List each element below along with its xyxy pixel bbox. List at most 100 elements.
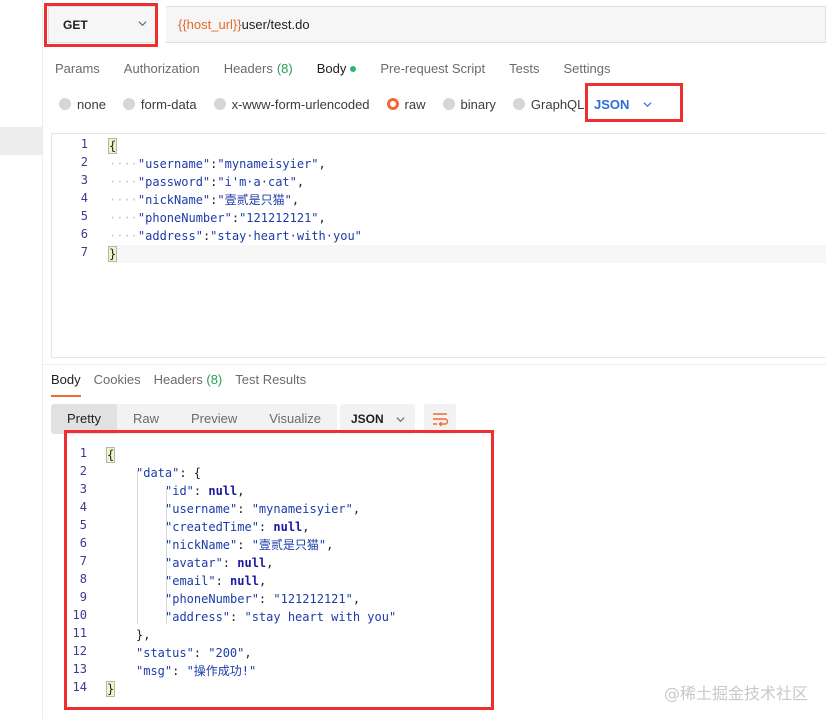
- code-line: ····"phoneNumber":"121212121",: [109, 209, 326, 227]
- line-number: 5: [79, 518, 87, 532]
- code-token: ,: [244, 646, 252, 660]
- code-token: :: [172, 664, 187, 678]
- radio-label: binary: [460, 96, 496, 112]
- response-tab-headers[interactable]: Headers (8): [154, 370, 223, 394]
- code-token: "phoneNumber": [137, 211, 232, 225]
- response-tabs: Body Cookies Headers (8) Test Results: [51, 370, 319, 397]
- radio-form-data[interactable]: form-data: [122, 96, 197, 112]
- code-line: "nickName": "壹贰是只猫",: [165, 536, 333, 554]
- chevron-down-icon: [643, 101, 652, 107]
- radio-none[interactable]: none: [59, 97, 106, 112]
- code-line: }: [105, 680, 116, 698]
- tab-count-badge: (8): [206, 372, 223, 387]
- tab-label: Authorization: [123, 61, 200, 76]
- sidebar-selected-item[interactable]: [0, 127, 43, 155]
- code-token: "121212121": [273, 592, 353, 606]
- code-token: :: [237, 502, 252, 516]
- raw-format-dropdown[interactable]: JSON: [594, 92, 652, 116]
- code-token: "createdTime": [165, 520, 259, 534]
- tab-tests[interactable]: Tests: [509, 57, 539, 81]
- line-number: 4: [80, 191, 88, 205]
- code-token: ,: [302, 520, 310, 534]
- tab-body[interactable]: Body: [317, 57, 357, 81]
- code-token: ,: [237, 484, 245, 498]
- response-format-label: JSON: [351, 412, 384, 426]
- radio-label: none: [77, 96, 106, 112]
- line-number: 7: [80, 245, 88, 259]
- radio-button[interactable]: [59, 98, 71, 110]
- code-line: "status": "200",: [136, 644, 252, 662]
- code-token: }: [107, 246, 118, 262]
- radio-label: raw: [404, 96, 426, 112]
- code-line: "phoneNumber": "121212121",: [165, 590, 360, 608]
- url-bar: GET {{host_url}} user/test.do: [44, 6, 826, 43]
- code-token: :: [237, 538, 252, 552]
- radio-button[interactable]: [386, 98, 399, 110]
- raw-format-label: JSON: [594, 96, 630, 112]
- code-line: "email": null,: [165, 572, 266, 590]
- current-line-highlight: [112, 245, 826, 263]
- radio-button[interactable]: [122, 98, 135, 110]
- line-number: 3: [79, 482, 87, 496]
- left-sidebar-strip: [0, 0, 43, 719]
- tab-label: Headers: [223, 61, 273, 76]
- code-token: ····: [109, 175, 138, 189]
- body-modified-dot: [350, 66, 357, 72]
- pane-divider[interactable]: [44, 364, 826, 365]
- tab-authorization[interactable]: Authorization: [124, 57, 200, 81]
- line-number: 1: [80, 137, 88, 151]
- line-number: 12: [72, 644, 87, 658]
- line-number: 11: [72, 626, 87, 640]
- response-tab-cookies[interactable]: Cookies: [94, 370, 141, 394]
- code-token: "address": [137, 229, 203, 243]
- code-token: "avatar": [165, 556, 223, 570]
- tab-settings[interactable]: Settings: [563, 57, 610, 81]
- code-line: },: [136, 626, 150, 644]
- code-line: "id": null,: [165, 482, 245, 500]
- response-body-viewer[interactable]: 1 {2 "data": {3 "id": null, 4 "username": "my…: [64, 430, 494, 710]
- url-input[interactable]: {{host_url}} user/test.do: [166, 6, 826, 43]
- code-token: "操作成功!": [186, 664, 257, 678]
- code-token: ····: [109, 193, 138, 207]
- watermark-text: @稀土掘金技术社区: [663, 684, 808, 703]
- line-number: 14: [72, 680, 87, 694]
- response-tab-body[interactable]: Body: [51, 370, 81, 397]
- code-line: }: [107, 245, 118, 263]
- chevron-down-icon: [396, 416, 405, 422]
- radio-button[interactable]: [442, 98, 455, 110]
- code-token: "status": [136, 646, 194, 660]
- radio-raw[interactable]: raw: [386, 96, 426, 112]
- code-token: null: [237, 556, 267, 570]
- code-token: ····: [109, 211, 138, 225]
- code-line: "username": "mynameisyier",: [165, 500, 360, 518]
- radio-button[interactable]: [213, 98, 226, 110]
- code-token: :: [215, 574, 231, 588]
- code-token: null: [230, 574, 259, 588]
- tab-params[interactable]: Params: [55, 57, 100, 81]
- code-token: {: [105, 447, 116, 463]
- code-token: }: [105, 681, 116, 697]
- radio-binary[interactable]: binary: [442, 96, 496, 112]
- tab-pre-request-script[interactable]: Pre-request Script: [380, 57, 485, 81]
- code-token: "data": [136, 466, 180, 480]
- radio-button[interactable]: [512, 98, 525, 110]
- code-token: "壹贰是只猫": [217, 193, 292, 207]
- code-token: "password": [137, 175, 211, 189]
- line-number: 2: [79, 464, 87, 478]
- radio-GraphQL[interactable]: GraphQL: [512, 97, 584, 112]
- method-select[interactable]: GET: [48, 6, 156, 43]
- request-tabs: Params Authorization Headers (8) Body Pre-req…: [44, 57, 623, 81]
- tab-headers[interactable]: Headers (8): [224, 57, 293, 81]
- line-number: 13: [72, 662, 87, 676]
- tab-label: Pre-request Script: [380, 61, 486, 76]
- radio-label: form-data: [140, 96, 197, 112]
- code-line: "data": {: [136, 464, 201, 482]
- radio-x-www-form-urlencoded[interactable]: x-www-form-urlencoded: [213, 97, 370, 112]
- response-tab-test-results[interactable]: Test Results: [235, 370, 306, 394]
- code-token: ,: [352, 592, 361, 606]
- request-body-editor[interactable]: 1{2 ····"username":"mynameisyier", 3 ····"p…: [51, 133, 826, 358]
- code-token: ,: [326, 538, 334, 552]
- code-token: "username": [165, 502, 238, 516]
- code-line: "msg": "操作成功!": [136, 662, 256, 680]
- tab-label: Body: [316, 61, 347, 76]
